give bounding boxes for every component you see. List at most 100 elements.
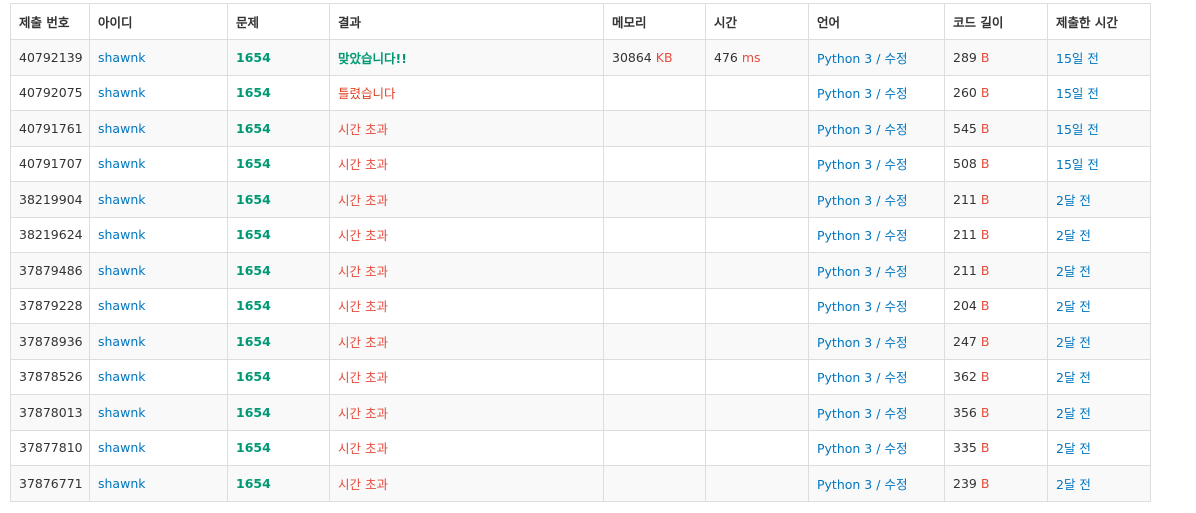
code-length-cell: 239 B (944, 465, 1048, 502)
user-link[interactable]: shawnk (98, 263, 145, 278)
user-link[interactable]: shawnk (98, 440, 145, 455)
result-tle: 시간 초과 (338, 405, 388, 421)
problem-link[interactable]: 1654 (236, 440, 271, 455)
submitted-time-link[interactable]: 2달 전 (1056, 370, 1091, 385)
submitted-time-link[interactable]: 15일 전 (1056, 86, 1099, 101)
submitted-time-link[interactable]: 2달 전 (1056, 264, 1091, 279)
user-link[interactable]: shawnk (98, 369, 145, 384)
edit-link[interactable]: 수정 (884, 157, 907, 172)
source-link[interactable]: Python 3 (817, 228, 872, 243)
header-time: 시간 (705, 3, 809, 40)
header-result: 결과 (329, 3, 604, 40)
user-link[interactable]: shawnk (98, 476, 145, 491)
source-link[interactable]: Python 3 (817, 264, 872, 279)
separator: / (872, 121, 885, 137)
problem-link[interactable]: 1654 (236, 405, 271, 420)
source-link[interactable]: Python 3 (817, 86, 872, 101)
user-link[interactable]: shawnk (98, 85, 145, 100)
user-link[interactable]: shawnk (98, 298, 145, 313)
language-cell: Python 3 / 수정 (808, 110, 945, 147)
problem-link[interactable]: 1654 (236, 156, 271, 171)
edit-link[interactable]: 수정 (884, 86, 907, 101)
source-link[interactable]: Python 3 (817, 441, 872, 456)
problem-link[interactable]: 1654 (236, 298, 271, 313)
submitted-time-link[interactable]: 2달 전 (1056, 335, 1091, 350)
problem-cell: 1654 (227, 181, 330, 218)
problem-link[interactable]: 1654 (236, 369, 271, 384)
user-cell: shawnk (89, 181, 228, 218)
problem-link[interactable]: 1654 (236, 334, 271, 349)
submitted-time-link[interactable]: 15일 전 (1056, 122, 1099, 137)
source-link[interactable]: Python 3 (817, 299, 872, 314)
language-cell: Python 3 / 수정 (808, 394, 945, 431)
user-link[interactable]: shawnk (98, 227, 145, 242)
submitted-time-link[interactable]: 2달 전 (1056, 193, 1091, 208)
problem-link[interactable]: 1654 (236, 121, 271, 136)
problem-link[interactable]: 1654 (236, 227, 271, 242)
user-link[interactable]: shawnk (98, 50, 145, 65)
code-length-cell: 362 B (944, 358, 1048, 395)
submitted-time-link[interactable]: 2달 전 (1056, 477, 1091, 492)
user-link[interactable]: shawnk (98, 192, 145, 207)
edit-link[interactable]: 수정 (884, 441, 907, 456)
submitted-time-link[interactable]: 2달 전 (1056, 228, 1091, 243)
problem-link[interactable]: 1654 (236, 50, 271, 65)
source-link[interactable]: Python 3 (817, 335, 872, 350)
problem-link[interactable]: 1654 (236, 476, 271, 491)
code-length-cell: 247 B (944, 323, 1048, 360)
memory-cell: 30864 KB (603, 39, 706, 76)
source-link[interactable]: Python 3 (817, 370, 872, 385)
edit-link[interactable]: 수정 (884, 299, 907, 314)
submitted-time-link[interactable]: 2달 전 (1056, 441, 1091, 456)
user-cell: shawnk (89, 394, 228, 431)
language-cell: Python 3 / 수정 (808, 145, 945, 182)
problem-cell: 1654 (227, 323, 330, 360)
code-length-unit: B (980, 298, 990, 314)
edit-link[interactable]: 수정 (884, 264, 907, 279)
source-link[interactable]: Python 3 (817, 51, 872, 66)
submitted-time-cell: 2달 전 (1047, 429, 1151, 466)
source-link[interactable]: Python 3 (817, 122, 872, 137)
edit-link[interactable]: 수정 (884, 406, 907, 421)
source-link[interactable]: Python 3 (817, 477, 872, 492)
user-link[interactable]: shawnk (98, 121, 145, 136)
user-cell: shawnk (89, 39, 228, 76)
code-length-unit: B (980, 475, 990, 491)
submission-id: 37877810 (10, 429, 90, 466)
source-link[interactable]: Python 3 (817, 193, 872, 208)
memory-cell (603, 323, 706, 360)
result-tle: 시간 초과 (338, 476, 388, 492)
code-length-value: 239 (953, 475, 977, 491)
problem-link[interactable]: 1654 (236, 192, 271, 207)
submitted-time-cell: 2달 전 (1047, 358, 1151, 395)
edit-link[interactable]: 수정 (884, 122, 907, 137)
submitted-time-cell: 15일 전 (1047, 145, 1151, 182)
problem-cell: 1654 (227, 465, 330, 502)
user-link[interactable]: shawnk (98, 334, 145, 349)
problem-cell: 1654 (227, 252, 330, 289)
problem-cell: 1654 (227, 74, 330, 111)
source-link[interactable]: Python 3 (817, 406, 872, 421)
edit-link[interactable]: 수정 (884, 51, 907, 66)
user-link[interactable]: shawnk (98, 405, 145, 420)
memory-cell (603, 181, 706, 218)
edit-link[interactable]: 수정 (884, 477, 907, 492)
edit-link[interactable]: 수정 (884, 335, 907, 350)
memory-cell (603, 429, 706, 466)
time-cell (705, 252, 809, 289)
submitted-time-link[interactable]: 15일 전 (1056, 157, 1099, 172)
submitted-time-link[interactable]: 2달 전 (1056, 406, 1091, 421)
memory-value: 30864 (612, 49, 652, 65)
submitted-time-link[interactable]: 15일 전 (1056, 51, 1099, 66)
problem-link[interactable]: 1654 (236, 85, 271, 100)
code-length-value: 211 (953, 262, 977, 278)
submitted-time-link[interactable]: 2달 전 (1056, 299, 1091, 314)
problem-cell: 1654 (227, 429, 330, 466)
user-link[interactable]: shawnk (98, 156, 145, 171)
edit-link[interactable]: 수정 (884, 370, 907, 385)
edit-link[interactable]: 수정 (884, 228, 907, 243)
problem-link[interactable]: 1654 (236, 263, 271, 278)
edit-link[interactable]: 수정 (884, 193, 907, 208)
source-link[interactable]: Python 3 (817, 157, 872, 172)
result-tle: 시간 초과 (338, 157, 388, 173)
